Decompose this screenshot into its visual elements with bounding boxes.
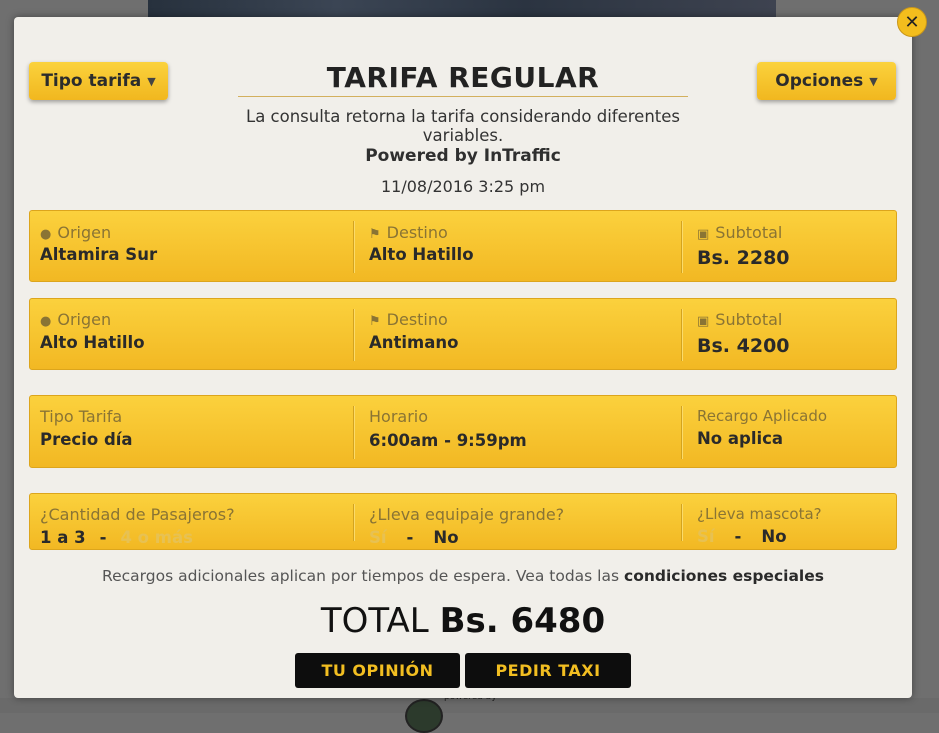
divider bbox=[681, 504, 683, 541]
options-row: ¿Cantidad de Pasajeros? 1 a 3-4 o más ¿L… bbox=[29, 493, 897, 550]
pasajeros-option-4-mas[interactable]: 4 o más bbox=[120, 528, 192, 547]
divider bbox=[353, 406, 355, 459]
subtotal-label: Subtotal bbox=[715, 310, 783, 329]
map-pin-icon: ● bbox=[40, 227, 52, 242]
powered-by-intraffic: Powered by InTraffic bbox=[365, 146, 561, 166]
destination-cell: ⚑ Destino Alto Hatillo bbox=[359, 211, 681, 281]
total-label: TOTAL bbox=[320, 601, 429, 641]
equipaje-option-si[interactable]: Sí bbox=[369, 528, 387, 547]
route-row: ● Origen Altamira Sur ⚑ Destino Alto Hatil… bbox=[29, 210, 897, 282]
divider bbox=[681, 221, 683, 273]
pasajeros-option-1-3[interactable]: 1 a 3 bbox=[40, 528, 86, 547]
origin-label: Origen bbox=[57, 223, 112, 242]
mascota-label: ¿Lleva mascota? bbox=[697, 505, 822, 523]
pedir-taxi-button[interactable]: PEDIR TAXI bbox=[465, 653, 631, 688]
tipo-tarifa-cell: Tipo Tarifa Precio día bbox=[30, 396, 354, 467]
chevron-down-icon: ▼ bbox=[147, 74, 156, 88]
surcharge-note-text: Recargos adicionales aplican por tiempos… bbox=[102, 567, 620, 585]
subtotal-value: Bs. 4200 bbox=[697, 335, 790, 357]
horario-label: Horario bbox=[369, 407, 429, 426]
pasajeros-cell: ¿Cantidad de Pasajeros? 1 a 3-4 o más bbox=[30, 494, 354, 549]
route-row: ● Origen Alto Hatillo ⚑ Destino Antimano ▣… bbox=[29, 298, 897, 370]
pasajeros-label: ¿Cantidad de Pasajeros? bbox=[40, 505, 235, 524]
close-button[interactable]: ✕ bbox=[897, 7, 927, 37]
fare-info-row: Tipo Tarifa Precio día Horario 6:00am - … bbox=[29, 395, 897, 468]
surcharge-note: Recargos adicionales aplican por tiempos… bbox=[14, 567, 912, 585]
powered-by-logo bbox=[405, 699, 443, 733]
flag-icon: ⚑ bbox=[369, 227, 381, 242]
money-icon: ▣ bbox=[697, 314, 710, 329]
recargo-value: No aplica bbox=[697, 429, 784, 448]
fare-modal: Tipo tarifa ▼ TARIFA REGULAR Opciones ▼ … bbox=[14, 17, 912, 698]
opciones-dropdown[interactable]: Opciones ▼ bbox=[757, 62, 896, 100]
condiciones-especiales-link[interactable]: condiciones especiales bbox=[624, 567, 824, 585]
destination-label: Destino bbox=[386, 310, 448, 329]
destination-label: Destino bbox=[386, 223, 448, 242]
subtotal-label: Subtotal bbox=[715, 223, 783, 242]
opciones-label: Opciones bbox=[775, 71, 864, 91]
chevron-down-icon: ▼ bbox=[869, 74, 878, 88]
tipo-tarifa-label: Tipo tarifa bbox=[41, 71, 142, 91]
money-icon: ▣ bbox=[697, 227, 710, 242]
equipaje-cell: ¿Lleva equipaje grande? Sí - No bbox=[359, 494, 681, 549]
flag-icon: ⚑ bbox=[369, 314, 381, 329]
mascota-cell: ¿Lleva mascota? Sí - No bbox=[687, 494, 896, 549]
divider bbox=[681, 309, 683, 361]
divider bbox=[353, 309, 355, 361]
mascota-option-no[interactable]: No bbox=[761, 527, 786, 546]
horario-cell: Horario 6:00am - 9:59pm bbox=[359, 396, 681, 467]
subtotal-cell: ▣ Subtotal Bs. 4200 bbox=[687, 299, 896, 369]
subtotal-cell: ▣ Subtotal Bs. 2280 bbox=[687, 211, 896, 281]
close-icon: ✕ bbox=[904, 11, 920, 33]
recargo-label: Recargo Aplicado bbox=[697, 407, 828, 425]
divider bbox=[353, 221, 355, 273]
background-photo bbox=[148, 0, 776, 18]
option-separator: - bbox=[734, 527, 742, 546]
origin-value: Altamira Sur bbox=[40, 245, 158, 264]
origin-cell: ● Origen Altamira Sur bbox=[30, 211, 354, 281]
option-separator: - bbox=[99, 528, 107, 547]
datetime: 11/08/2016 3:25 pm bbox=[380, 177, 546, 196]
equipaje-option-no[interactable]: No bbox=[433, 528, 458, 547]
recargo-cell: Recargo Aplicado No aplica bbox=[687, 396, 896, 467]
page-title: TARIFA REGULAR bbox=[238, 61, 688, 97]
description: La consulta retorna la tarifa consideran… bbox=[246, 107, 680, 145]
tipo-tarifa-value: Precio día bbox=[40, 430, 133, 449]
total: TOTAL Bs. 6480 bbox=[14, 601, 912, 641]
subtotal-value: Bs. 2280 bbox=[697, 247, 790, 269]
map-pin-icon: ● bbox=[40, 314, 52, 329]
origin-label: Origen bbox=[57, 310, 112, 329]
divider bbox=[353, 504, 355, 541]
mascota-option-si[interactable]: Sí bbox=[697, 527, 715, 546]
total-value: Bs. 6480 bbox=[439, 601, 606, 641]
tipo-tarifa-dropdown[interactable]: Tipo tarifa ▼ bbox=[29, 62, 168, 100]
divider bbox=[681, 406, 683, 459]
origin-value: Alto Hatillo bbox=[40, 333, 145, 352]
equipaje-label: ¿Lleva equipaje grande? bbox=[369, 505, 565, 524]
destination-value: Alto Hatillo bbox=[369, 245, 474, 264]
destination-cell: ⚑ Destino Antimano bbox=[359, 299, 681, 369]
origin-cell: ● Origen Alto Hatillo bbox=[30, 299, 354, 369]
tipo-tarifa-info-label: Tipo Tarifa bbox=[40, 407, 123, 426]
opinion-button[interactable]: TU OPINIÓN bbox=[295, 653, 460, 688]
horario-value: 6:00am - 9:59pm bbox=[369, 431, 527, 450]
destination-value: Antimano bbox=[369, 333, 459, 352]
option-separator: - bbox=[406, 528, 414, 547]
